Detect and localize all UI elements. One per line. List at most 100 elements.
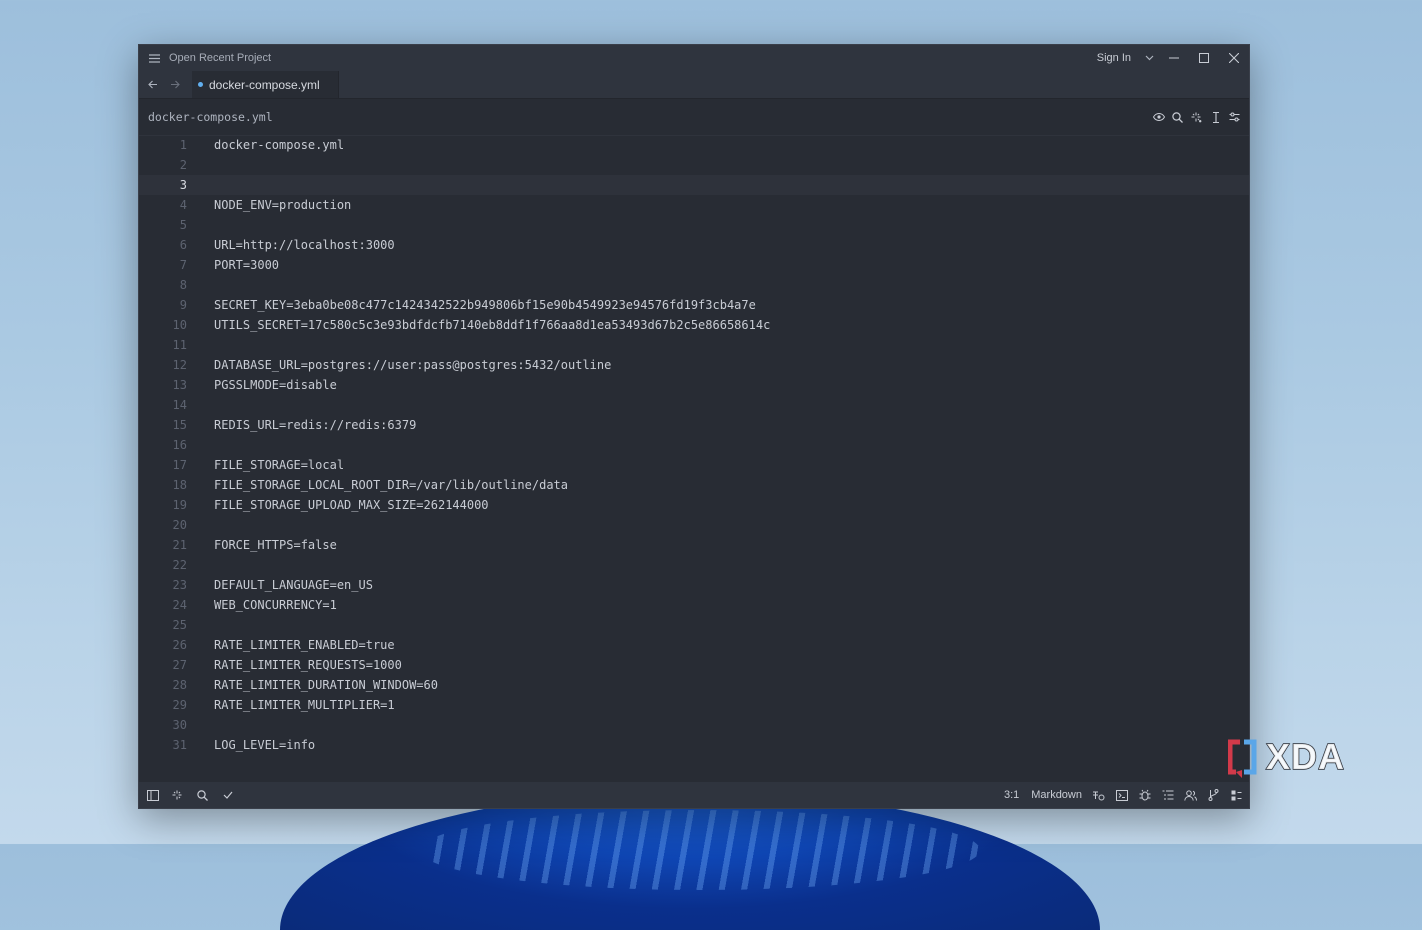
code-line[interactable]: 21 FORCE_HTTPS=false xyxy=(139,535,1249,555)
line-text: DATABASE_URL=postgres://user:pass@postgr… xyxy=(214,358,612,372)
editor-window: Open Recent Project Sign In docker-compo… xyxy=(138,44,1250,809)
project-search-icon[interactable] xyxy=(196,789,209,802)
code-line[interactable]: 25 xyxy=(139,615,1249,635)
code-line[interactable]: 10 UTILS_SECRET=17c580c5c3e93bdfdcfb7140e… xyxy=(139,315,1249,335)
line-text: FILE_STORAGE=local xyxy=(214,458,345,472)
title-bar: Open Recent Project Sign In xyxy=(139,45,1249,71)
line-number: 30 xyxy=(172,718,187,732)
code-line[interactable]: 20 xyxy=(139,515,1249,535)
code-line[interactable]: 26 RATE_LIMITER_ENABLED=true xyxy=(139,635,1249,655)
line-text: docker-compose.yml xyxy=(214,138,345,152)
language-selector[interactable]: Markdown xyxy=(1031,789,1082,801)
tab-docker-compose[interactable]: docker-compose.yml xyxy=(192,71,339,98)
panel-toggle-icon[interactable] xyxy=(1230,789,1243,802)
line-number: 8 xyxy=(179,278,187,292)
line-number: 2 xyxy=(179,158,187,172)
xda-watermark: XDA xyxy=(1228,738,1363,780)
line-number: 15 xyxy=(172,418,187,432)
code-line[interactable]: 13 PGSSLMODE=disable xyxy=(139,375,1249,395)
forward-arrow-icon[interactable] xyxy=(164,71,186,98)
code-line[interactable]: 9 SECRET_KEY=3eba0be08c477c1424342522b949… xyxy=(139,295,1249,315)
code-line[interactable]: 30 xyxy=(139,715,1249,735)
code-line[interactable]: 19 FILE_STORAGE_UPLOAD_MAX_SIZE=262144000 xyxy=(139,495,1249,515)
sparkle-icon[interactable] xyxy=(1190,111,1203,124)
line-number: 10 xyxy=(172,318,187,332)
code-line[interactable]: 28 RATE_LIMITER_DURATION_WINDOW=60 xyxy=(139,675,1249,695)
sliders-icon[interactable] xyxy=(1228,111,1241,124)
maximize-button[interactable] xyxy=(1189,45,1219,71)
collaborators-icon[interactable] xyxy=(1184,789,1197,802)
modified-dot-icon xyxy=(198,82,203,87)
line-number: 11 xyxy=(172,338,187,352)
line-text: LOG_LEVEL=info xyxy=(214,738,316,752)
eye-icon[interactable] xyxy=(1152,111,1165,124)
line-number: 7 xyxy=(179,258,187,272)
code-line[interactable]: 5 xyxy=(139,215,1249,235)
git-branch-icon[interactable] xyxy=(1207,789,1220,802)
code-line[interactable]: 2 xyxy=(139,155,1249,175)
line-number: 4 xyxy=(179,198,187,212)
hamburger-icon[interactable] xyxy=(139,53,169,63)
code-line[interactable]: 27 RATE_LIMITER_REQUESTS=1000 xyxy=(139,655,1249,675)
sidebar-toggle-icon[interactable] xyxy=(146,789,159,802)
line-number: 26 xyxy=(172,638,187,652)
breadcrumb-file[interactable]: docker-compose.yml xyxy=(148,110,273,124)
line-number: 17 xyxy=(172,458,187,472)
tab-label: docker-compose.yml xyxy=(209,77,320,92)
code-line[interactable]: 7 PORT=3000 xyxy=(139,255,1249,275)
code-line[interactable]: 12 DATABASE_URL=postgres://user:pass@post… xyxy=(139,355,1249,375)
ai-sparkle-icon[interactable] xyxy=(171,789,184,802)
code-line[interactable]: 4 NODE_ENV=production xyxy=(139,195,1249,215)
code-line[interactable]: 23 DEFAULT_LANGUAGE=en_US xyxy=(139,575,1249,595)
line-text: DEFAULT_LANGUAGE=en_US xyxy=(214,578,373,592)
line-number: 28 xyxy=(172,678,187,692)
line-text: FILE_STORAGE_LOCAL_ROOT_DIR=/var/lib/out… xyxy=(214,478,569,492)
line-number: 23 xyxy=(172,578,187,592)
diagnostics-check-icon[interactable] xyxy=(221,789,234,802)
terminal-icon[interactable] xyxy=(1115,789,1128,802)
outline-list-icon[interactable] xyxy=(1161,789,1174,802)
code-line[interactable]: 11 xyxy=(139,335,1249,355)
line-text: RATE_LIMITER_ENABLED=true xyxy=(214,638,395,652)
sign-in-button[interactable]: Sign In xyxy=(1097,52,1131,64)
code-line[interactable]: 8 xyxy=(139,275,1249,295)
code-line[interactable]: 3 xyxy=(139,175,1249,195)
line-number: 6 xyxy=(179,238,187,252)
search-icon[interactable] xyxy=(1171,111,1184,124)
line-text: RATE_LIMITER_DURATION_WINDOW=60 xyxy=(214,678,438,692)
status-bar: 3:1 Markdown xyxy=(139,782,1249,808)
code-line[interactable]: 15 REDIS_URL=redis://redis:6379 xyxy=(139,415,1249,435)
code-line[interactable]: 16 xyxy=(139,435,1249,455)
minimize-button[interactable] xyxy=(1159,45,1189,71)
line-text: PORT=3000 xyxy=(214,258,280,272)
line-number: 31 xyxy=(172,738,187,752)
assistant-icon[interactable] xyxy=(1092,789,1105,802)
code-line[interactable]: 14 xyxy=(139,395,1249,415)
code-line[interactable]: 24 WEB_CONCURRENCY=1 xyxy=(139,595,1249,615)
watermark-text: XDA xyxy=(1266,738,1345,777)
line-text: NODE_ENV=production xyxy=(214,198,352,212)
cursor-position[interactable]: 3:1 xyxy=(1004,789,1019,801)
debug-bug-icon[interactable] xyxy=(1138,789,1151,802)
code-editor[interactable]: 1 docker-compose.yml 2 3 4 NODE_ENV=productio… xyxy=(139,135,1249,783)
code-line[interactable]: 1 docker-compose.yml xyxy=(139,135,1249,155)
line-text: URL=http://localhost:3000 xyxy=(214,238,395,252)
line-text: WEB_CONCURRENCY=1 xyxy=(214,598,337,612)
line-text: PGSSLMODE=disable xyxy=(214,378,337,392)
close-button[interactable] xyxy=(1219,45,1249,71)
back-arrow-icon[interactable] xyxy=(142,71,164,98)
line-text: RATE_LIMITER_MULTIPLIER=1 xyxy=(214,698,395,712)
code-line[interactable]: 29 RATE_LIMITER_MULTIPLIER=1 xyxy=(139,695,1249,715)
code-line[interactable]: 17 FILE_STORAGE=local xyxy=(139,455,1249,475)
open-recent-project-button[interactable]: Open Recent Project xyxy=(169,52,271,64)
line-number: 9 xyxy=(179,298,187,312)
code-line[interactable]: 18 FILE_STORAGE_LOCAL_ROOT_DIR=/var/lib/o… xyxy=(139,475,1249,495)
code-line[interactable]: 6 URL=http://localhost:3000 xyxy=(139,235,1249,255)
text-cursor-icon[interactable] xyxy=(1209,111,1222,124)
line-number: 27 xyxy=(172,658,187,672)
chevron-down-icon[interactable] xyxy=(1139,45,1159,71)
line-number: 20 xyxy=(172,518,187,532)
line-number: 12 xyxy=(172,358,187,372)
code-line[interactable]: 31 LOG_LEVEL=info xyxy=(139,735,1249,755)
code-line[interactable]: 22 xyxy=(139,555,1249,575)
